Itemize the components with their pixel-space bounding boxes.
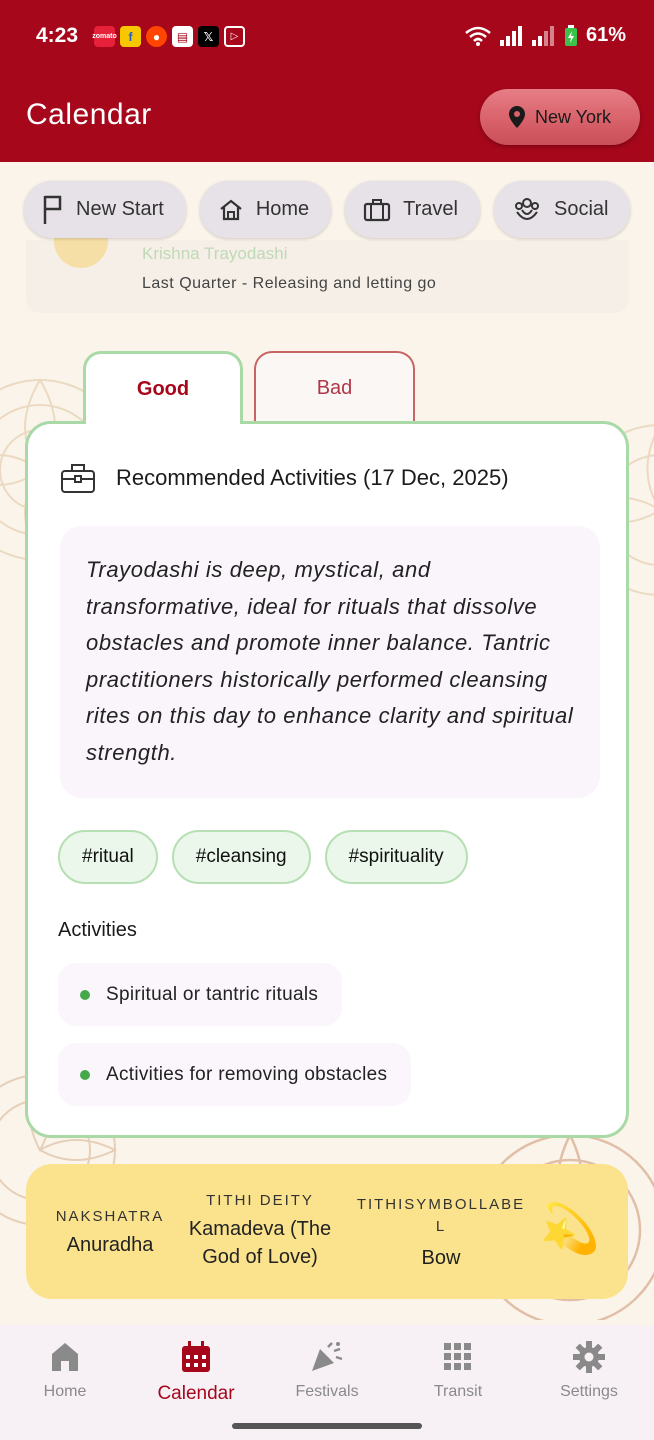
chip-label: Home	[255, 198, 310, 220]
page-title: Calendar	[26, 98, 152, 131]
card-header: Recommended Activities (17 Dec, 2025)	[60, 462, 509, 494]
activity-text: Activities for removing obstacles	[106, 1063, 388, 1085]
flag-icon	[43, 195, 62, 224]
tab-connector	[86, 416, 240, 426]
nav-settings[interactable]: Settings	[534, 1339, 644, 1401]
description-text: Trayodashi is deep, mystical, and transf…	[60, 526, 600, 798]
grid-icon	[403, 1339, 513, 1375]
home-icon	[10, 1339, 120, 1375]
location-pin-icon	[508, 106, 525, 128]
tag-ritual[interactable]: #ritual	[58, 830, 158, 884]
activity-text: Spiritual or tantric rituals	[106, 983, 319, 1005]
nav-label: Calendar	[157, 1383, 235, 1404]
dizzy-star-icon: 💫	[540, 1203, 600, 1256]
bullet-icon	[80, 1069, 90, 1080]
chip-travel[interactable]: Travel	[345, 181, 480, 238]
tag-spirituality[interactable]: #spirituality	[324, 830, 468, 884]
play-notification-icon: ▷	[224, 26, 245, 47]
party-icon	[272, 1339, 382, 1375]
tab-bad[interactable]: Bad	[254, 351, 415, 423]
nav-calendar[interactable]: Calendar	[141, 1339, 251, 1405]
recommended-activities-card: Recommended Activities (17 Dec, 2025) Tr…	[25, 421, 629, 1138]
notification-icons: zomato f ● ▤ 𝕏 ▷	[92, 26, 245, 47]
nav-label: Settings	[560, 1383, 618, 1400]
chip-new-start[interactable]: New Start	[24, 181, 186, 238]
nakshatra-label: NAKSHATRA	[55, 1208, 165, 1225]
calendar-icon	[141, 1339, 251, 1375]
battery-icon	[564, 24, 577, 46]
nav-transit[interactable]: Transit	[403, 1339, 513, 1401]
nav-label: Transit	[433, 1383, 483, 1400]
status-time: 4:23	[36, 24, 79, 47]
nav-festivals[interactable]: Festivals	[272, 1339, 382, 1401]
tithi-info-panel: NAKSHATRA Anuradha TITHI DEITY Kamadeva …	[26, 1164, 628, 1299]
symbol-value: Bow	[421, 1247, 461, 1269]
chip-social[interactable]: Social	[494, 181, 631, 238]
tag-list: #ritual #cleansing #spirituality	[58, 830, 468, 884]
flipkart-notification-icon: f	[120, 26, 141, 47]
nav-label: Festivals	[295, 1383, 359, 1400]
deity-label: TITHI DEITY	[206, 1192, 314, 1209]
list-item: Activities for removing obstacles	[58, 1043, 412, 1106]
symbol-label: TITHISYMBOLLABEL	[356, 1196, 526, 1235]
briefcase-icon	[61, 464, 95, 493]
category-chips: New Start Home Travel Social	[24, 181, 631, 238]
nakshatra-info: NAKSHATRA Anuradha	[52, 1208, 168, 1259]
home-indicator[interactable]	[232, 1423, 422, 1429]
chip-label: Travel	[403, 198, 458, 220]
system-status: 61%	[464, 24, 626, 47]
list-item: Spiritual or tantric rituals	[58, 963, 343, 1026]
nakshatra-value: Anuradha	[66, 1234, 154, 1256]
card-title: Recommended Activities (17 Dec, 2025)	[116, 465, 509, 490]
zomato-notification-icon: zomato	[92, 26, 117, 47]
bullet-icon	[80, 989, 90, 1000]
location-button[interactable]: New York	[480, 89, 640, 145]
people-icon	[515, 197, 539, 220]
battery-percent: 61%	[585, 24, 626, 46]
x-notification-icon: 𝕏	[198, 26, 219, 47]
signal-icon	[499, 25, 522, 46]
app-header: 4:23 zomato f ● ▤ 𝕏 ▷ 61% Calendar New Y…	[0, 0, 654, 162]
nav-home[interactable]: Home	[10, 1339, 120, 1401]
symbol-info: TITHISYMBOLLABEL Bow	[356, 1194, 526, 1272]
deity-info: TITHI DEITY Kamadeva (The God of Love)	[182, 1192, 338, 1271]
deity-value: Kamadeva (The God of Love)	[188, 1218, 332, 1268]
news-notification-icon: ▤	[172, 26, 193, 47]
wifi-icon	[465, 26, 491, 46]
reddit-notification-icon: ●	[146, 26, 167, 47]
signal-2-icon	[531, 25, 554, 46]
activities-heading: Activities	[58, 919, 137, 941]
tithi-card: Krishna Trayodashi Last Quarter - Releas…	[26, 228, 629, 313]
tab-good[interactable]: Good	[83, 351, 243, 423]
gear-icon	[534, 1339, 644, 1375]
tithi-name: Krishna Trayodashi	[142, 244, 288, 263]
moon-phase-text: Last Quarter - Releasing and letting go	[142, 275, 437, 292]
tag-cleansing[interactable]: #cleansing	[171, 830, 311, 884]
chip-label: New Start	[76, 198, 164, 220]
house-icon	[220, 199, 242, 220]
chip-label: Social	[554, 198, 609, 220]
location-label: New York	[534, 106, 612, 127]
nav-label: Home	[43, 1383, 87, 1400]
chip-home[interactable]: Home	[199, 181, 332, 238]
suitcase-icon	[364, 198, 391, 221]
